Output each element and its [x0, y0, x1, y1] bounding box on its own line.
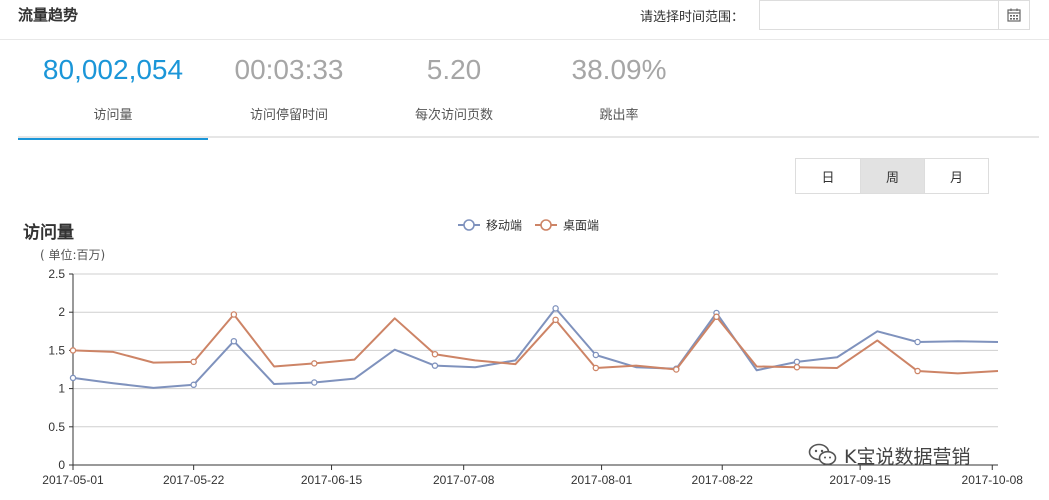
granularity-day-button[interactable]: 日 — [796, 159, 860, 193]
data-point — [230, 337, 238, 345]
kpi-value: 80,002,054 — [42, 54, 184, 85]
legend-label: 桌面端 — [563, 219, 599, 233]
date-range-label: 请选择时间范围： — [640, 10, 745, 25]
legend-marker — [463, 219, 475, 231]
x-tick-label: 2017-08-22 — [692, 473, 754, 487]
legend-marker — [540, 219, 552, 231]
data-point — [552, 305, 559, 312]
header-bar: 流量趋势 请选择时间范围： — [0, 0, 1049, 40]
data-point — [190, 358, 197, 366]
data-point — [69, 347, 77, 354]
watermark: K宝说数据营销 — [808, 440, 970, 470]
x-tick-label: 2017-05-22 — [163, 473, 225, 487]
data-point — [793, 363, 801, 371]
y-tick-label: 2.5 — [48, 267, 65, 281]
data-point — [431, 362, 439, 369]
data-point — [230, 311, 238, 318]
data-point — [69, 374, 77, 382]
kpi-value: 38.09% — [571, 54, 667, 85]
data-point — [793, 358, 801, 366]
data-point — [713, 313, 720, 321]
x-tick-label: 2017-06-15 — [301, 473, 363, 487]
x-tick-label: 2017-10-08 — [962, 473, 1024, 487]
x-tick-label: 2017-08-01 — [571, 473, 633, 487]
kpi-label: 每次访问页数 — [414, 108, 493, 123]
wechat-icon — [808, 443, 837, 466]
x-tick-label: 2017-05-01 — [42, 473, 104, 487]
granularity-month-button[interactable]: 月 — [924, 159, 988, 193]
kpi-tab-pages[interactable]: 5.20 每次访问页数 — [359, 40, 549, 138]
calendar-icon — [1007, 8, 1021, 22]
granularity-toggle: 日 周 月 — [795, 158, 989, 194]
data-point — [431, 350, 439, 358]
kpi-tab-bounce[interactable]: 38.09% 跳出率 — [524, 40, 714, 138]
data-point — [552, 316, 559, 324]
y-tick-label: 0 — [58, 458, 65, 472]
calendar-button[interactable] — [998, 0, 1030, 30]
y-tick-label: 2 — [58, 305, 65, 319]
data-point — [592, 364, 600, 372]
data-point — [311, 379, 318, 386]
data-point — [592, 351, 600, 359]
kpi-tab-duration[interactable]: 00:03:33 访问停留时间 — [194, 40, 384, 138]
kpi-label: 访问停留时间 — [249, 108, 328, 123]
data-point — [190, 381, 197, 389]
date-range-input[interactable] — [759, 0, 999, 30]
series-line-mobile — [72, 307, 999, 389]
data-point — [673, 366, 680, 373]
kpi-value: 00:03:33 — [234, 54, 344, 85]
y-tick-label: 0.5 — [48, 420, 65, 434]
data-point — [914, 338, 921, 346]
kpi-tabs: 80,002,054 访问量 00:03:33 访问停留时间 5.20 每次访问… — [18, 40, 1039, 140]
x-tick-label: 2017-07-08 — [433, 473, 495, 487]
kpi-value: 5.20 — [426, 54, 482, 85]
kpi-label: 访问量 — [93, 108, 133, 123]
x-tick-label: 2017-09-15 — [829, 473, 891, 487]
kpi-label: 跳出率 — [599, 108, 639, 123]
data-point — [914, 367, 921, 375]
legend-label: 移动端 — [486, 219, 522, 233]
granularity-week-button[interactable]: 周 — [860, 159, 924, 193]
data-point — [311, 360, 318, 367]
y-tick-label: 1 — [58, 382, 65, 396]
page-title: 流量趋势 — [18, 6, 79, 24]
kpi-tab-visits[interactable]: 80,002,054 访问量 — [18, 40, 208, 140]
watermark-text: K宝说数据营销 — [844, 445, 971, 468]
y-tick-label: 1.5 — [48, 343, 65, 357]
